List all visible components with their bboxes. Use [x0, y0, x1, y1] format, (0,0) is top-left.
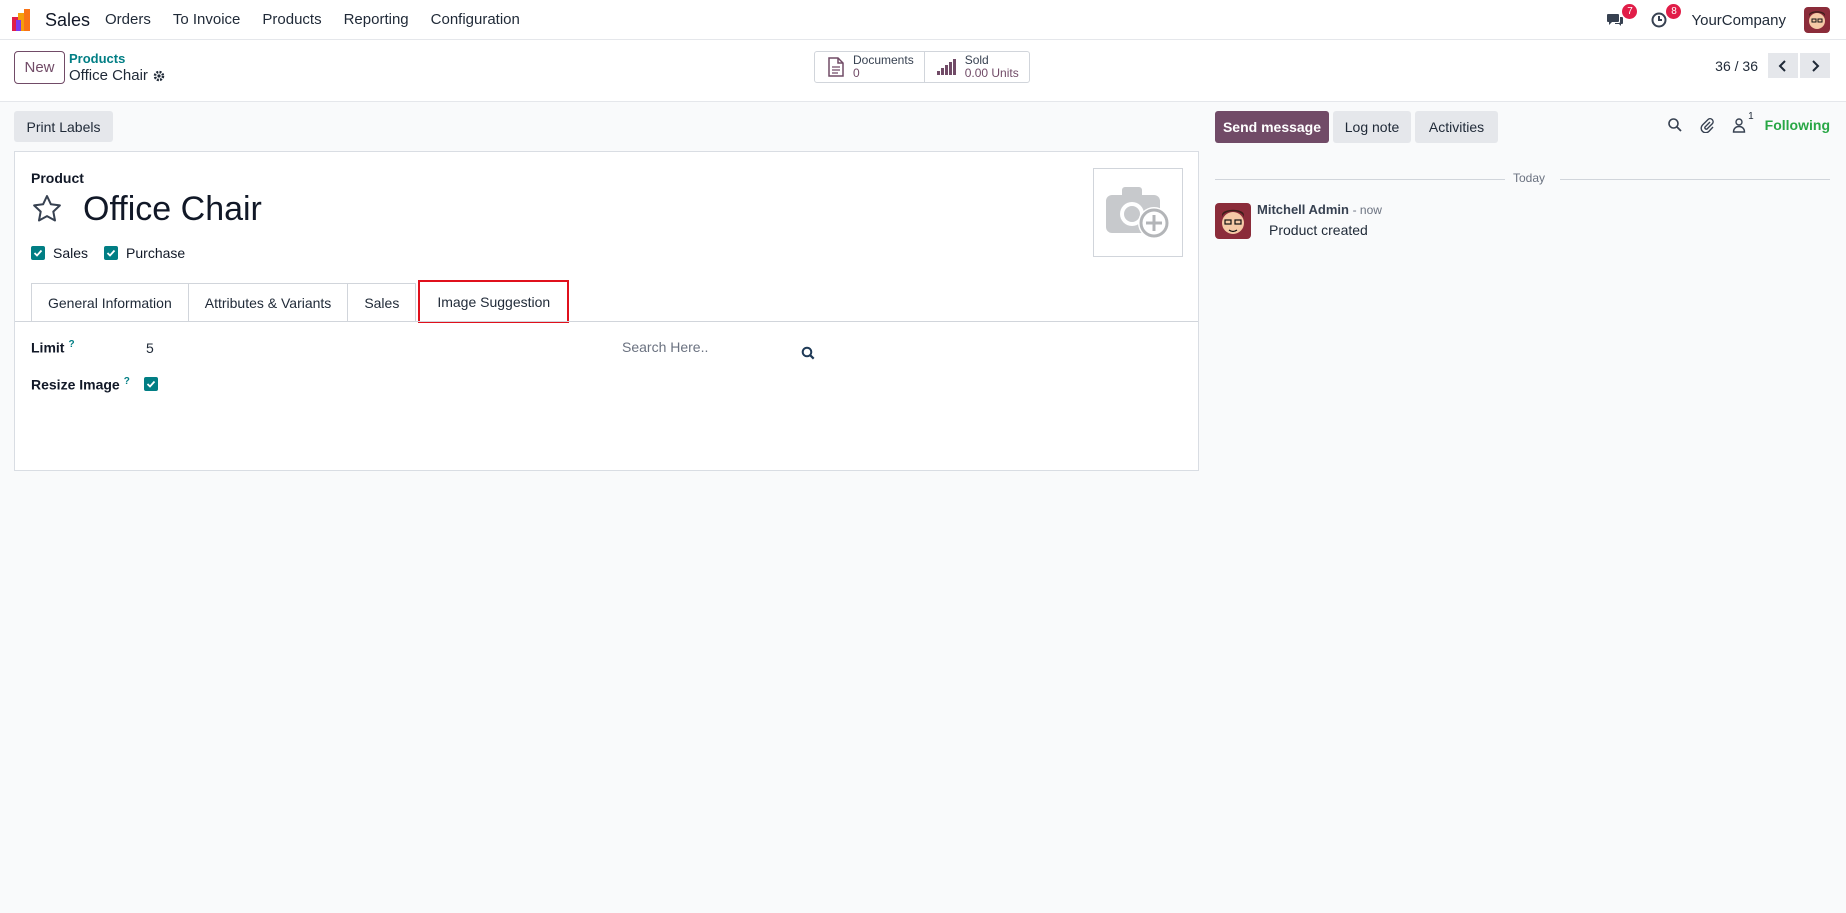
message-time: - now [1352, 203, 1382, 217]
pager-value[interactable]: 36 / 36 [1715, 58, 1758, 74]
tabs-divider [15, 321, 1198, 322]
sales-checkbox-label: Sales [53, 245, 89, 261]
product-flags: Sales Purchase [31, 245, 201, 261]
tab-attributes-variants[interactable]: Attributes & Variants [187, 283, 349, 321]
following-button[interactable]: Following [1765, 117, 1830, 133]
product-label: Product [31, 170, 84, 186]
paperclip-icon[interactable] [1699, 117, 1715, 133]
message-body: Product created [1269, 222, 1368, 238]
purchase-checkbox-label: Purchase [126, 245, 186, 261]
documents-smart-button[interactable]: Documents 0 [815, 52, 924, 82]
limit-help-icon[interactable]: ? [68, 339, 74, 350]
notebook-tabs: General Information Attributes & Variant… [31, 280, 570, 323]
app-name[interactable]: Sales [45, 10, 90, 31]
tab-sales[interactable]: Sales [347, 283, 417, 321]
company-switcher[interactable]: YourCompany [1691, 12, 1786, 29]
chevron-left-icon [1778, 59, 1786, 72]
breadcrumb-current: Office Chair [69, 67, 165, 84]
chevron-right-icon [1812, 59, 1820, 72]
purchase-checkbox[interactable] [104, 246, 119, 260]
log-note-button[interactable]: Log note [1333, 111, 1411, 143]
signal-bars-icon [936, 59, 956, 75]
product-name-field[interactable]: Office Chair [83, 190, 262, 229]
date-separator-label: Today [1505, 171, 1554, 185]
followers-button[interactable]: 1 [1731, 111, 1754, 133]
menu-products[interactable]: Products [262, 11, 321, 28]
menu-configuration[interactable]: Configuration [431, 11, 520, 28]
sold-value: 0.00 Units [964, 66, 1019, 80]
user-icon [1732, 118, 1745, 133]
clock-icon [1651, 12, 1667, 28]
activities-chatter-button[interactable]: Activities [1415, 111, 1498, 143]
print-labels-button[interactable]: Print Labels [14, 111, 113, 142]
date-separator: Today [1215, 170, 1830, 186]
activities-badge: 8 [1666, 4, 1682, 19]
limit-label-text: Limit [31, 339, 65, 356]
star-icon[interactable] [31, 193, 63, 225]
limit-field[interactable]: 5 [146, 340, 154, 356]
followers-count: 1 [1748, 111, 1754, 122]
pager-next-button[interactable] [1800, 53, 1830, 78]
date-separator-line-left [1215, 179, 1505, 180]
menu-to-invoice[interactable]: To Invoice [173, 11, 241, 28]
product-image-upload[interactable] [1093, 168, 1183, 257]
tab-image-suggestion[interactable]: Image Suggestion [418, 280, 570, 323]
pager: 36 / 36 [1715, 53, 1830, 78]
search-icon[interactable] [801, 346, 815, 360]
messages-button[interactable]: 7 [1603, 4, 1638, 32]
documents-label: Documents [853, 53, 914, 67]
pager-previous-button[interactable] [1768, 53, 1798, 78]
menu-orders[interactable]: Orders [105, 11, 151, 28]
check-icon [33, 249, 43, 257]
breadcrumb-current-label: Office Chair [69, 67, 148, 84]
sold-smart-button[interactable]: Sold 0.00 Units [923, 52, 1029, 82]
resize-help-icon[interactable]: ? [124, 376, 130, 387]
navbar-systray: 7 8 YourCompany [1603, 4, 1830, 34]
sales-app-icon[interactable] [12, 9, 36, 31]
message-author-avatar[interactable] [1215, 203, 1251, 239]
camera-add-icon [1106, 186, 1170, 239]
control-panel: New Products Office Chair Documents 0 So… [0, 40, 1846, 102]
date-separator-line-right [1560, 179, 1830, 180]
message-author-name[interactable]: Mitchell Admin [1257, 202, 1349, 217]
message-author: Mitchell Admin - now [1257, 202, 1382, 217]
form-sheet: Product Office Chair Sales Purchase Gene… [14, 151, 1199, 471]
menu-reporting[interactable]: Reporting [344, 11, 409, 28]
gear-icon[interactable] [153, 70, 165, 82]
documents-value: 0 [853, 66, 860, 80]
resize-image-checkbox[interactable] [144, 377, 158, 391]
chatter-tools: 1 Following [1651, 111, 1830, 133]
check-icon [106, 249, 116, 257]
smart-buttons: Documents 0 Sold 0.00 Units [814, 51, 1030, 83]
send-message-button[interactable]: Send message [1215, 111, 1329, 143]
image-search-input[interactable]: Search Here.. [622, 339, 708, 355]
sales-checkbox[interactable] [31, 246, 45, 260]
breadcrumb-products[interactable]: Products [69, 51, 125, 66]
top-navbar: Sales Orders To Invoice Products Reporti… [0, 0, 1846, 40]
tab-general-information[interactable]: General Information [31, 283, 189, 321]
search-messages-icon[interactable] [1667, 117, 1683, 133]
check-icon [146, 380, 156, 388]
messages-badge: 7 [1622, 4, 1638, 19]
limit-label: Limit? [31, 339, 75, 356]
document-icon [828, 57, 844, 77]
activities-button[interactable]: 8 [1647, 4, 1682, 32]
resize-image-label-text: Resize Image [31, 376, 120, 393]
new-button[interactable]: New [14, 51, 65, 84]
user-avatar[interactable] [1804, 7, 1830, 33]
main-menu: Orders To Invoice Products Reporting Con… [105, 11, 542, 28]
resize-image-label: Resize Image? [31, 376, 130, 393]
